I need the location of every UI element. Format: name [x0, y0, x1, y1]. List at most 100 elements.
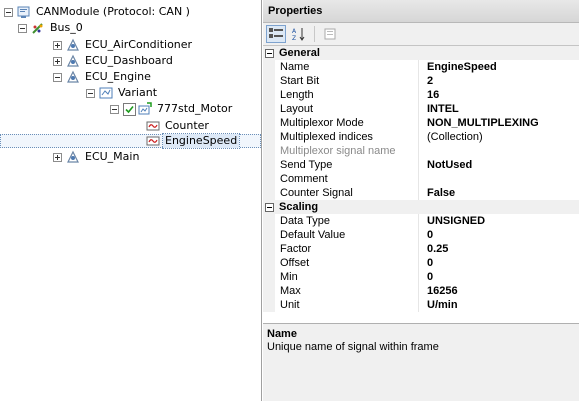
property-value[interactable]: U/min: [419, 298, 579, 312]
property-name: Max: [275, 284, 419, 298]
category-general[interactable]: General: [263, 46, 579, 60]
property-name: Factor: [275, 242, 419, 256]
collapse-toggle[interactable]: [4, 7, 13, 17]
property-row[interactable]: Multiplexor Mode NON_MULTIPLEXING: [263, 116, 579, 130]
signal-icon: [146, 119, 160, 133]
property-name: Unit: [275, 298, 419, 312]
svg-text:A: A: [292, 28, 297, 35]
property-row[interactable]: Data Type UNSIGNED: [263, 214, 579, 228]
property-value[interactable]: 0.25: [419, 242, 579, 256]
tree-node-variant[interactable]: Variant: [86, 85, 159, 101]
property-row[interactable]: Layout INTEL: [263, 102, 579, 116]
collapse-toggle[interactable]: [110, 104, 119, 114]
property-row[interactable]: Max 16256: [263, 284, 579, 298]
property-name: Counter Signal: [275, 186, 419, 200]
property-row[interactable]: Length 16: [263, 88, 579, 102]
property-value[interactable]: [419, 144, 579, 158]
tree-node-ecu-engine[interactable]: ECU_Engine: [53, 69, 153, 85]
property-value[interactable]: 0: [419, 256, 579, 270]
category-label: General: [279, 47, 320, 59]
property-value[interactable]: [419, 172, 579, 186]
property-row[interactable]: Counter Signal False: [263, 186, 579, 200]
property-value[interactable]: 0: [419, 228, 579, 242]
categorized-view-button[interactable]: [266, 25, 286, 43]
property-row[interactable]: Multiplexed indices (Collection): [263, 130, 579, 144]
tree-label-ecu: ECU_Main: [85, 150, 140, 163]
expand-toggle[interactable]: [53, 56, 62, 66]
property-value[interactable]: False: [419, 186, 579, 200]
module-tree[interactable]: CANModule (Protocol: CAN ) Bus_0 ECU_Air…: [0, 0, 262, 401]
property-row[interactable]: Factor 0.25: [263, 242, 579, 256]
collapse-toggle[interactable]: [18, 23, 27, 33]
property-row[interactable]: Default Value 0: [263, 228, 579, 242]
property-pages-button[interactable]: [320, 25, 340, 43]
collapse-toggle[interactable]: [53, 72, 62, 82]
property-row[interactable]: Comment: [263, 172, 579, 186]
tree-node-ecu-airconditioner[interactable]: ECU_AirConditioner: [53, 37, 194, 53]
expand-toggle[interactable]: [53, 40, 62, 50]
property-name: Data Type: [275, 214, 419, 228]
properties-toolbar: A Z: [263, 23, 579, 45]
property-row[interactable]: Name EngineSpeed: [263, 60, 579, 74]
property-value[interactable]: 2: [419, 74, 579, 88]
property-value[interactable]: EngineSpeed: [419, 60, 579, 74]
property-name: Offset: [275, 256, 419, 270]
tree-label-ecu: ECU_Engine: [85, 70, 151, 83]
property-value[interactable]: 16256: [419, 284, 579, 298]
tree-node-frame[interactable]: 777std_Motor: [110, 101, 234, 117]
ecu-icon: [66, 70, 80, 84]
property-value[interactable]: 16: [419, 88, 579, 102]
tree-node-ecu-dashboard[interactable]: ECU_Dashboard: [53, 53, 175, 69]
tree-node-ecu-main[interactable]: ECU_Main: [53, 149, 141, 165]
ecu-icon: [66, 150, 80, 164]
bus-icon: [31, 21, 45, 35]
property-value[interactable]: NON_MULTIPLEXING: [419, 116, 579, 130]
tree-node-bus[interactable]: Bus_0: [18, 20, 85, 36]
property-description: Name Unique name of signal within frame: [263, 323, 579, 401]
property-row[interactable]: Multiplexor signal name: [263, 144, 579, 158]
property-name: Comment: [275, 172, 419, 186]
tree-label-frame: 777std_Motor: [157, 102, 233, 115]
property-name: Layout: [275, 102, 419, 116]
collapse-toggle[interactable]: [264, 202, 274, 212]
property-name: Multiplexor signal name: [275, 144, 419, 158]
variant-icon: [99, 86, 113, 100]
property-grid[interactable]: General Name EngineSpeed Start Bit 2 Len…: [263, 45, 579, 324]
property-value[interactable]: INTEL: [419, 102, 579, 116]
property-row[interactable]: Min 0: [263, 270, 579, 284]
category-scaling[interactable]: Scaling: [263, 200, 579, 214]
tree-node-signal-counter[interactable]: Counter: [146, 118, 211, 134]
property-row[interactable]: Unit U/min: [263, 298, 579, 312]
property-value[interactable]: NotUsed: [419, 158, 579, 172]
collapse-toggle[interactable]: [264, 48, 274, 58]
properties-panel: Properties A Z General Name EngineSpeed …: [263, 0, 579, 401]
description-title: Name: [267, 328, 297, 340]
sort-az-icon: A Z: [292, 28, 305, 41]
property-row[interactable]: Offset 0: [263, 256, 579, 270]
tree-label-signal: Counter: [165, 119, 209, 132]
frame-icon: [138, 102, 152, 116]
tree-label-variant: Variant: [118, 86, 158, 99]
property-name: Send Type: [275, 158, 419, 172]
category-label: Scaling: [279, 201, 319, 213]
signal-icon: [146, 134, 160, 148]
property-name: Length: [275, 88, 419, 102]
alphabetical-sort-button[interactable]: A Z: [289, 25, 309, 43]
ecu-icon: [66, 38, 80, 52]
property-name: Name: [275, 60, 419, 74]
property-value[interactable]: 0: [419, 270, 579, 284]
frame-checkbox[interactable]: [123, 102, 136, 116]
property-pages-icon: [324, 28, 336, 40]
property-value[interactable]: UNSIGNED: [419, 214, 579, 228]
tree-label-ecu: ECU_Dashboard: [85, 54, 173, 67]
expand-toggle[interactable]: [53, 152, 62, 162]
property-name: Start Bit: [275, 74, 419, 88]
tree-node-signal-enginespeed[interactable]: EngineSpeed: [146, 133, 241, 149]
property-row[interactable]: Send Type NotUsed: [263, 158, 579, 172]
collapse-toggle[interactable]: [86, 88, 95, 98]
tree-node-root[interactable]: CANModule (Protocol: CAN ): [4, 4, 192, 20]
property-name: Multiplexed indices: [275, 130, 419, 144]
property-row[interactable]: Start Bit 2: [263, 74, 579, 88]
property-name: Multiplexor Mode: [275, 116, 419, 130]
property-value[interactable]: (Collection): [419, 130, 579, 144]
